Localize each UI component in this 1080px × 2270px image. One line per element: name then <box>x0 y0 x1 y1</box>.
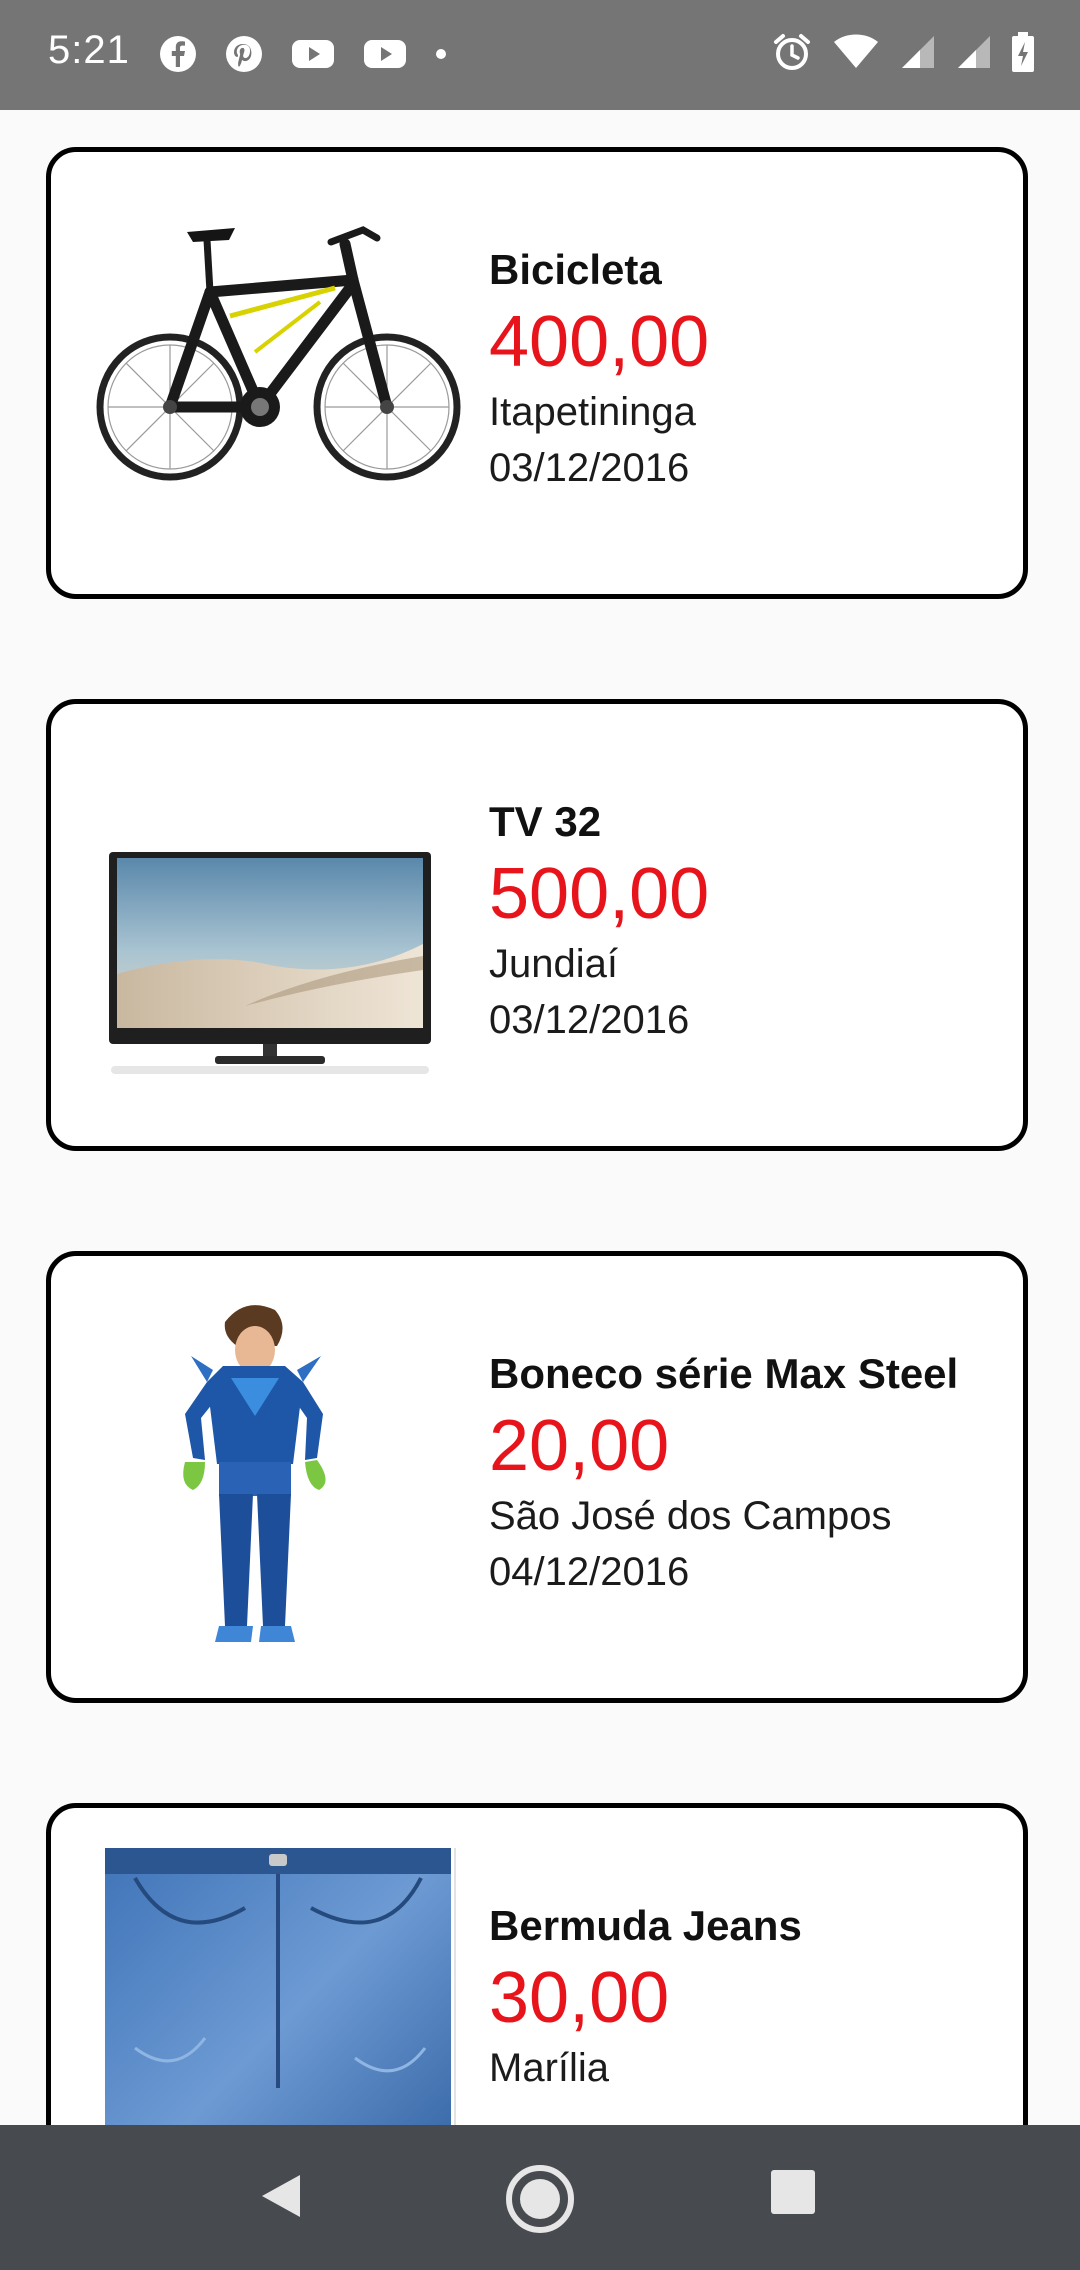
recents-icon[interactable] <box>768 2167 818 2217</box>
listing-details: Bermuda Jeans 30,00 Marília <box>489 1898 1003 2096</box>
alarm-icon <box>774 34 810 70</box>
listing-card[interactable]: TV 32 500,00 Jundiaí 03/12/2016 <box>46 699 1028 1151</box>
listing-details: Boneco série Max Steel 20,00 São José do… <box>489 1346 1003 1600</box>
listing-city: São José dos Campos <box>489 1494 892 1538</box>
listing-title: Bermuda Jeans <box>489 1902 802 1949</box>
listing-price: 30,00 <box>489 1958 670 2038</box>
listing-card[interactable]: Bermuda Jeans 30,00 Marília <box>46 1803 1028 2125</box>
status-time: 5:21 <box>48 28 130 72</box>
youtube-icon <box>364 40 406 68</box>
listing-card[interactable]: Boneco série Max Steel 20,00 São José do… <box>46 1251 1028 1703</box>
listing-details: Bicicleta 400,00 Itapetininga 03/12/2016 <box>489 242 1003 496</box>
home-icon[interactable] <box>500 2159 580 2239</box>
listing-price: 400,00 <box>489 302 710 382</box>
battery-icon <box>1012 32 1034 72</box>
listing-date: 04/12/2016 <box>489 1550 690 1594</box>
listing-city: Itapetininga <box>489 390 696 434</box>
action-figure-image <box>183 1305 326 1642</box>
wifi-icon <box>834 34 878 68</box>
signal-icon <box>958 36 990 68</box>
listing-date: 03/12/2016 <box>489 446 690 490</box>
system-icons <box>770 30 1036 74</box>
signal-icon <box>902 36 934 68</box>
facebook-icon <box>160 36 196 72</box>
youtube-icon <box>292 40 334 68</box>
listing-title: TV 32 <box>489 798 602 845</box>
listing-date: 03/12/2016 <box>489 998 690 1042</box>
back-icon[interactable] <box>252 2161 312 2231</box>
dot-icon <box>436 49 446 59</box>
listing-city: Jundiaí <box>489 942 618 986</box>
listing-title: Boneco série Max Steel <box>489 1350 959 1397</box>
notification-icons <box>158 34 448 74</box>
navigation-bar <box>0 2125 1080 2270</box>
listing-feed[interactable]: Bicicleta 400,00 Itapetininga 03/12/2016 <box>0 110 1080 2125</box>
bicycle-image <box>96 226 461 481</box>
listing-details: TV 32 500,00 Jundiaí 03/12/2016 <box>489 794 1003 1048</box>
jeans-shorts-image <box>105 1848 456 2125</box>
pinterest-icon <box>226 36 262 72</box>
listing-price: 20,00 <box>489 1406 670 1486</box>
listing-card[interactable]: Bicicleta 400,00 Itapetininga 03/12/2016 <box>46 147 1028 599</box>
status-bar: 5:21 <box>0 0 1080 110</box>
listing-title: Bicicleta <box>489 246 662 293</box>
listing-city: Marília <box>489 2046 610 2090</box>
tv-image <box>109 852 431 1074</box>
listing-price: 500,00 <box>489 854 710 934</box>
